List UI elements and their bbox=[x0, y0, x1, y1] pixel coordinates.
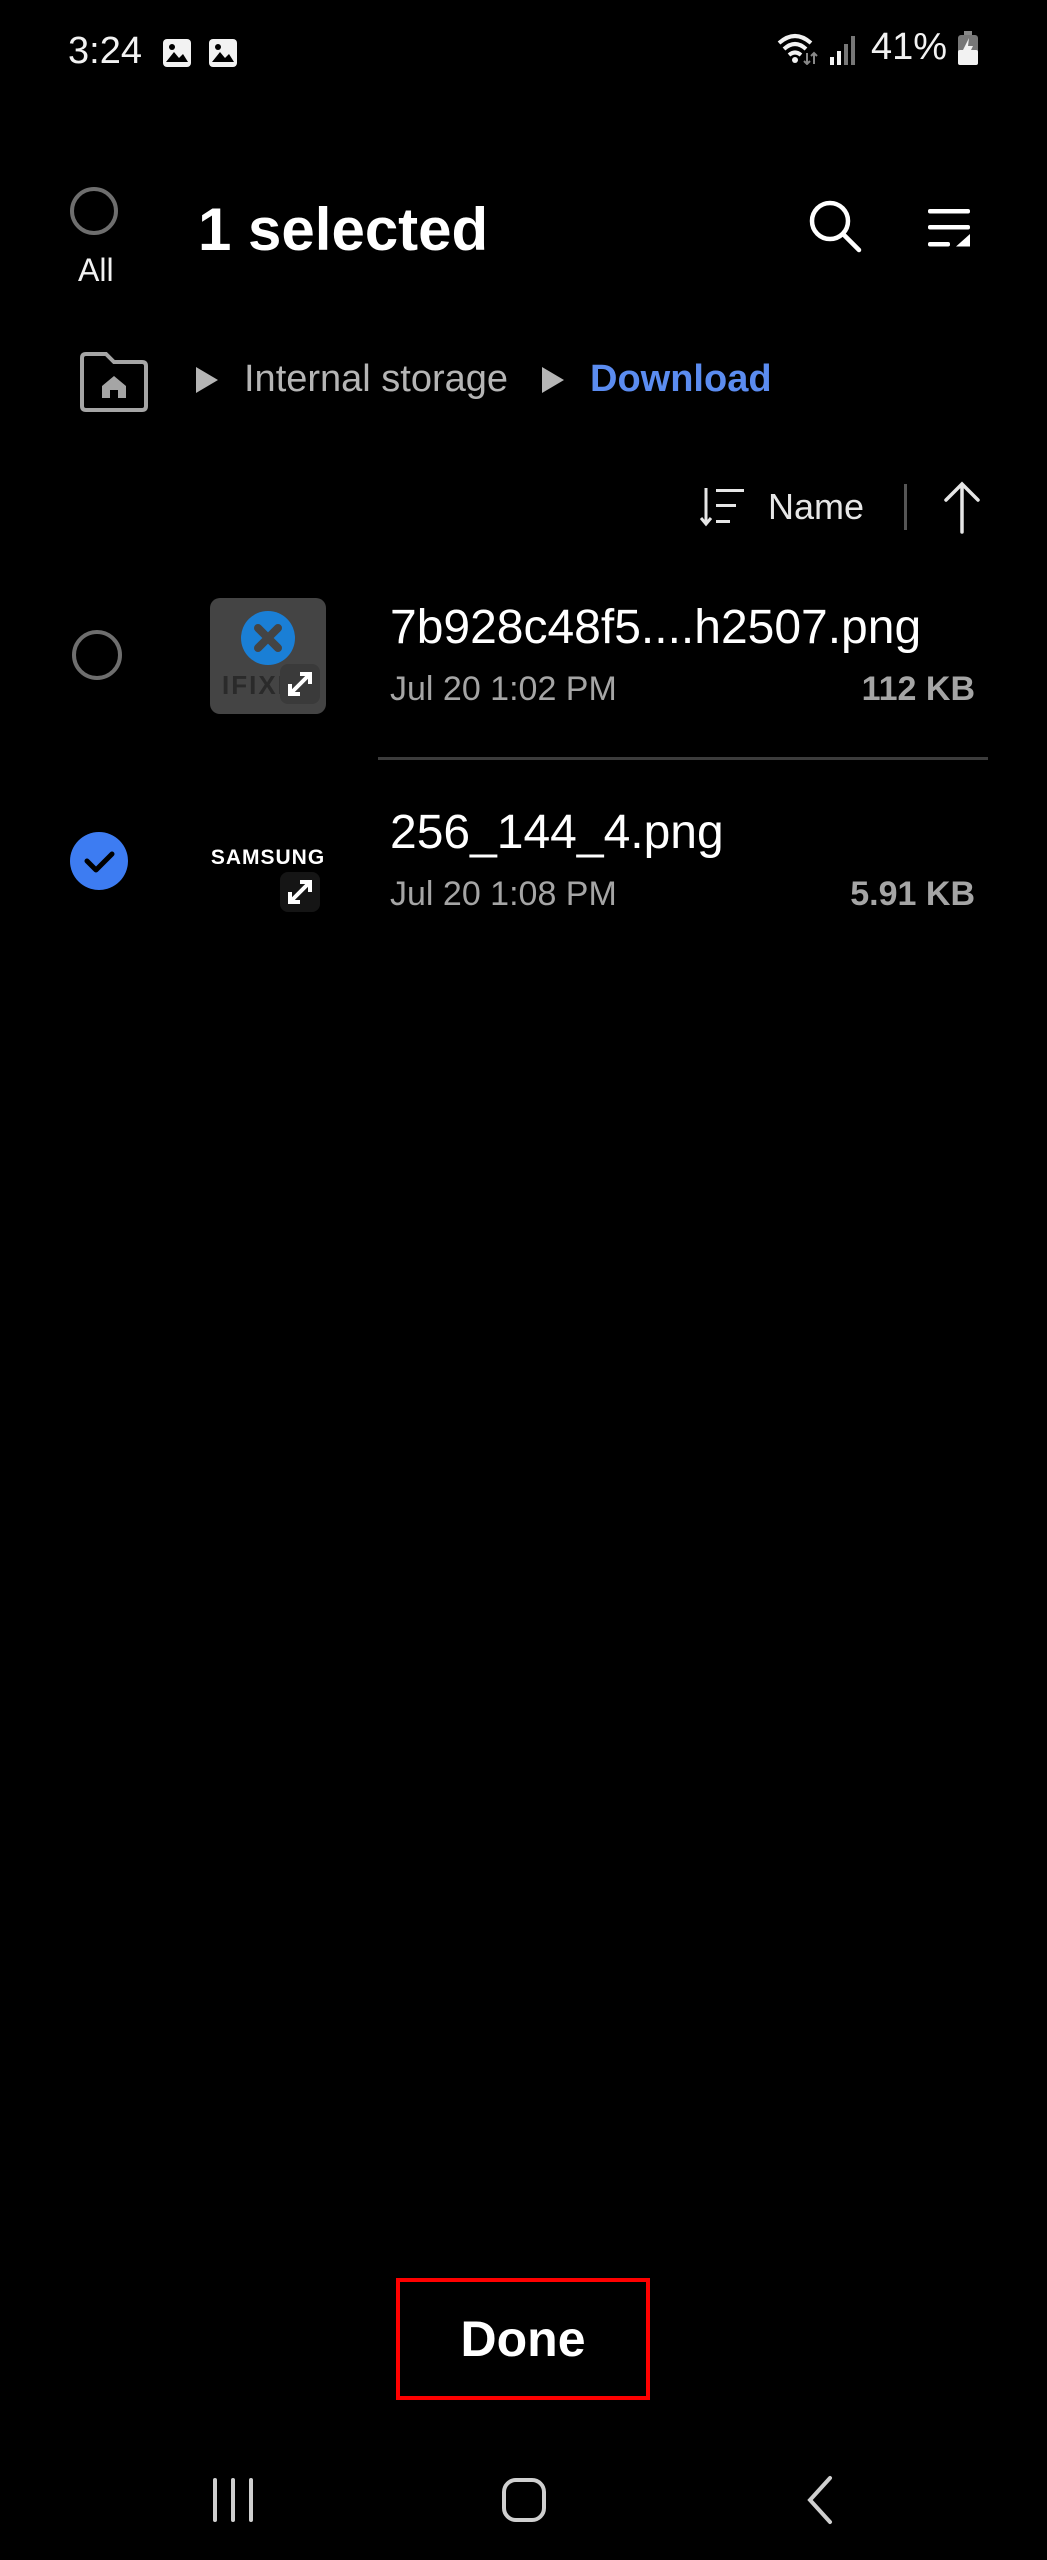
search-icon[interactable] bbox=[805, 196, 865, 256]
row-divider bbox=[378, 757, 988, 760]
file-thumbnail: SAMSUNG bbox=[210, 798, 326, 914]
selection-count-title: 1 selected bbox=[198, 196, 489, 263]
image-notification-icon bbox=[163, 39, 191, 67]
wifi-icon bbox=[777, 33, 818, 65]
status-time: 3:24 bbox=[68, 30, 142, 72]
recents-icon[interactable] bbox=[203, 2470, 263, 2530]
battery-charging-icon bbox=[958, 30, 978, 65]
battery-percent: 41% bbox=[870, 26, 947, 68]
file-select-checkbox-checked[interactable] bbox=[70, 832, 128, 890]
thumbnail-text: SAMSUNG bbox=[210, 846, 326, 869]
expand-icon[interactable] bbox=[280, 664, 320, 704]
sort-icon[interactable] bbox=[700, 486, 746, 528]
file-size: 5.91 KB bbox=[850, 875, 975, 913]
file-date: Jul 20 1:08 PM bbox=[390, 875, 617, 913]
file-name: 7b928c48f5....h2507.png bbox=[390, 601, 922, 654]
done-button[interactable]: Done bbox=[396, 2278, 650, 2400]
signal-icon bbox=[829, 35, 855, 65]
file-name: 256_144_4.png bbox=[390, 806, 724, 859]
home-icon[interactable] bbox=[494, 2470, 554, 2530]
file-thumbnail: IFIXIT bbox=[210, 598, 326, 714]
ifixit-logo-icon bbox=[241, 611, 295, 665]
file-select-checkbox[interactable] bbox=[72, 630, 122, 680]
file-size: 112 KB bbox=[861, 670, 975, 708]
expand-icon[interactable] bbox=[280, 872, 320, 912]
sort-divider bbox=[904, 484, 907, 530]
sort-by-name[interactable]: Name bbox=[768, 486, 864, 528]
breadcrumb-internal-storage[interactable]: Internal storage bbox=[244, 358, 508, 401]
image-notification-icon bbox=[209, 39, 237, 67]
breadcrumb-arrow-icon bbox=[196, 367, 218, 393]
breadcrumb-download[interactable]: Download bbox=[590, 358, 772, 401]
breadcrumb-arrow-icon bbox=[542, 367, 564, 393]
file-date: Jul 20 1:02 PM bbox=[390, 670, 617, 708]
status-right: 41% bbox=[777, 26, 979, 69]
list-menu-icon[interactable] bbox=[925, 205, 975, 255]
home-folder-icon[interactable] bbox=[76, 352, 150, 412]
select-all-label: All bbox=[78, 252, 114, 288]
sort-direction-up-icon[interactable] bbox=[940, 480, 984, 534]
check-icon bbox=[84, 851, 115, 873]
select-all-checkbox[interactable] bbox=[70, 187, 118, 235]
back-icon[interactable] bbox=[790, 2470, 850, 2530]
